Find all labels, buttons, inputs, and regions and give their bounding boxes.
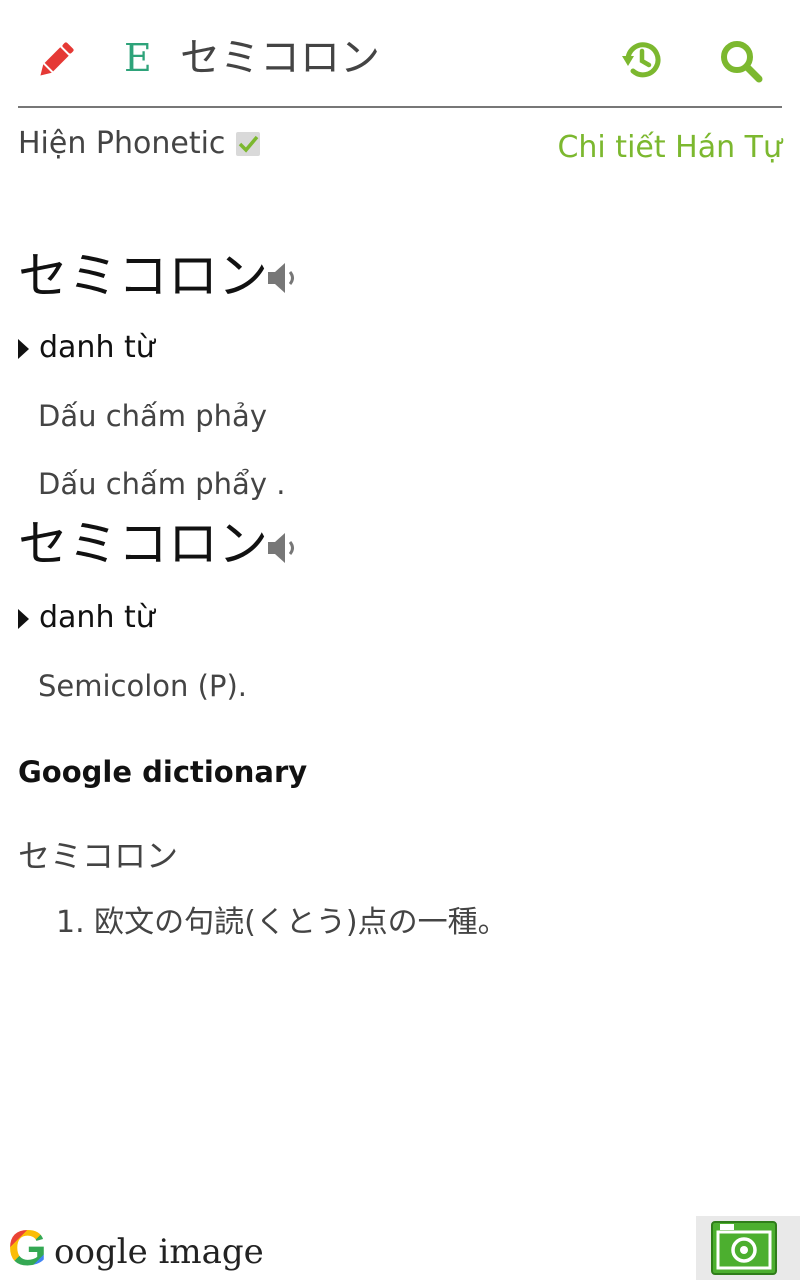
speaker-icon[interactable] bbox=[266, 260, 302, 296]
meaning-item: Semicolon (P). bbox=[38, 669, 247, 703]
check-icon bbox=[238, 135, 259, 153]
speaker-icon[interactable] bbox=[266, 530, 302, 566]
top-bar: E セミコロン bbox=[0, 0, 800, 108]
phonetic-toggle-label[interactable]: Hiện Phonetic bbox=[18, 124, 225, 164]
camera-icon bbox=[710, 1218, 778, 1276]
pos-label: danh từ bbox=[39, 330, 155, 365]
triangle-right-icon bbox=[18, 338, 29, 359]
google-image-label: oogle image bbox=[54, 1232, 264, 1272]
part-of-speech: danh từ bbox=[18, 598, 155, 638]
entry-word: セミコロン bbox=[18, 515, 268, 573]
history-icon[interactable] bbox=[620, 38, 664, 82]
kanji-detail-link[interactable]: Chi tiết Hán Tự bbox=[557, 128, 782, 168]
entry-word: セミコロン bbox=[18, 247, 268, 305]
meaning-item: Dấu chấm phảy bbox=[38, 399, 267, 433]
pencil-icon[interactable] bbox=[34, 38, 78, 82]
google-g-logo: G bbox=[8, 1220, 47, 1276]
language-badge[interactable]: E bbox=[124, 34, 152, 82]
header-divider bbox=[18, 106, 782, 108]
triangle-right-icon bbox=[18, 608, 29, 629]
part-of-speech: danh từ bbox=[18, 328, 155, 368]
camera-button[interactable] bbox=[696, 1216, 800, 1280]
search-query-text[interactable]: セミコロン bbox=[180, 30, 380, 86]
pos-label: danh từ bbox=[39, 600, 155, 635]
phonetic-checkbox[interactable] bbox=[236, 132, 260, 156]
google-dictionary-title: Google dictionary bbox=[18, 755, 308, 789]
google-dictionary-word: セミコロン bbox=[18, 837, 179, 875]
google-dictionary-definition: 1. 欧文の句読(くとう)点の一種。 bbox=[56, 905, 508, 940]
search-icon[interactable] bbox=[718, 38, 764, 84]
meaning-item: Dấu chấm phẩy . bbox=[38, 467, 286, 501]
